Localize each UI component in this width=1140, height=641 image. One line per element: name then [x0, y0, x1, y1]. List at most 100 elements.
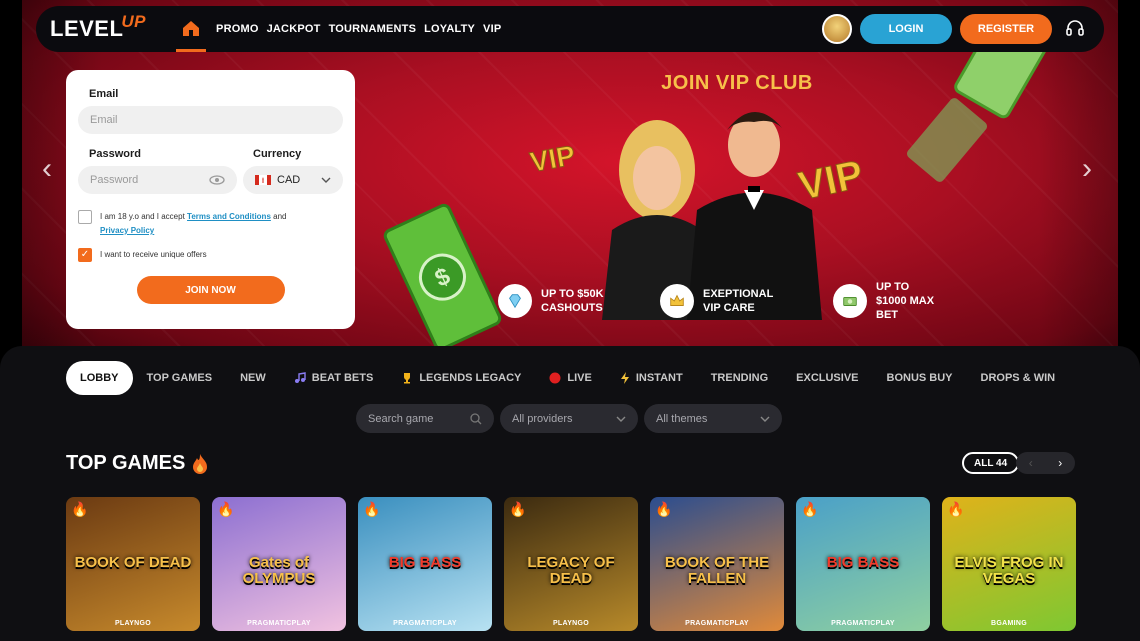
- fire-icon: 🔥: [363, 501, 381, 517]
- tab-legends-legacy[interactable]: LEGENDS LEGACY: [401, 372, 521, 384]
- tab-trending[interactable]: TRENDING: [711, 372, 768, 384]
- themes-select[interactable]: All themes: [644, 404, 782, 433]
- game-title: BIG BASS: [826, 554, 900, 571]
- offers-text: I want to receive unique offers: [100, 250, 207, 259]
- eye-icon[interactable]: [209, 175, 225, 185]
- game-card[interactable]: 🔥 Gates of OLYMPUS PRAGMATICPLAY: [212, 497, 346, 631]
- terms-text: I am 18 y.o and I accept Terms and Condi…: [100, 210, 286, 238]
- section-heading: TOP GAMES: [66, 452, 209, 475]
- game-title: ELVIS FROG IN VEGAS: [954, 554, 1064, 587]
- game-title: LEGACY OF DEAD: [527, 554, 615, 587]
- currency-select[interactable]: CAD: [243, 166, 343, 194]
- nav-jackpot[interactable]: JACKPOT: [267, 23, 321, 35]
- tab-beat-bets[interactable]: BEAT BETS: [294, 372, 373, 384]
- offers-checkbox[interactable]: ✓: [78, 248, 92, 262]
- game-card[interactable]: 🔥 BOOK OF THE FALLEN PRAGMATICPLAY: [650, 497, 784, 631]
- svg-text:VIP: VIP: [528, 140, 578, 178]
- password-group: Password Password: [78, 148, 237, 194]
- game-card[interactable]: 🔥 ELVIS FROG IN VEGAS BGAMING: [942, 497, 1076, 631]
- game-title: BOOK OF THE FALLEN: [664, 554, 770, 587]
- fire-icon: 🔥: [71, 501, 89, 517]
- join-now-button[interactable]: JOIN NOW: [136, 276, 285, 304]
- money-bill-icon: [906, 98, 988, 182]
- tab-drops-win[interactable]: DROPS & WIN: [981, 372, 1056, 384]
- providers-select[interactable]: All providers: [500, 404, 638, 433]
- nav-loyalty[interactable]: LOYALTY: [424, 23, 475, 35]
- tab-label: TRENDING: [710, 372, 769, 384]
- games-row: 🔥 BOOK OF DEAD PLAYNGO 🔥 Gates of OLYMPUS PRA…: [66, 497, 1076, 631]
- password-placeholder: Password: [90, 174, 139, 186]
- terms-link[interactable]: Terms and Conditions: [187, 212, 271, 221]
- tab-label: INSTANT: [635, 372, 683, 384]
- tab-lobby[interactable]: LOBBY: [66, 361, 133, 395]
- themes-value: All themes: [656, 412, 708, 425]
- tab-label: LOBBY: [80, 372, 119, 384]
- nav-promo[interactable]: PROMO: [216, 23, 259, 35]
- next-arrow-icon[interactable]: ›: [1058, 456, 1062, 470]
- prev-arrow-icon[interactable]: ‹: [1029, 456, 1033, 470]
- game-provider: PRAGMATICPLAY: [393, 620, 457, 627]
- logo-accent: UP: [121, 12, 147, 31]
- money-icon: [833, 284, 867, 318]
- search-icon: [470, 412, 482, 424]
- home-button[interactable]: [176, 6, 207, 52]
- avatar[interactable]: [822, 14, 852, 44]
- fire-icon: 🔥: [509, 501, 527, 517]
- view-all-button[interactable]: ALL 44: [962, 452, 1020, 474]
- tab-live[interactable]: LIVE: [549, 372, 592, 384]
- hero-next-arrow[interactable]: ›: [1082, 152, 1092, 186]
- fire-icon: [193, 453, 208, 474]
- lightning-icon: [620, 372, 629, 384]
- canada-flag-icon: [255, 175, 271, 185]
- offers-checkbox-row: ✓ I want to receive unique offers: [78, 248, 343, 262]
- currency-value-wrap: CAD: [255, 174, 300, 186]
- tab-bonus-buy[interactable]: BONUS BUY: [887, 372, 953, 384]
- game-provider: PRAGMATICPLAY: [247, 620, 311, 627]
- game-card[interactable]: 🔥 BOOK OF DEAD PLAYNGO: [66, 497, 200, 631]
- home-icon: [183, 20, 200, 36]
- top-navigation-bar: LEVEL UP PROMO JACKPOT TOURNAMENTS LOYAL…: [36, 6, 1104, 52]
- crown-icon: [660, 284, 694, 318]
- email-label: Email: [89, 88, 119, 100]
- login-button[interactable]: LOGIN: [860, 14, 952, 44]
- game-provider: BGAMING: [991, 620, 1027, 627]
- registration-form: Email Email Password Password Currency C…: [66, 70, 355, 329]
- search-input[interactable]: Search game: [356, 404, 494, 433]
- email-field[interactable]: Email: [78, 106, 343, 134]
- hero-feature-text: UP TO $50K CASHOUTS: [541, 288, 604, 314]
- register-button[interactable]: REGISTER: [960, 14, 1052, 44]
- fire-icon: 🔥: [801, 501, 819, 517]
- providers-value: All providers: [512, 412, 573, 425]
- game-card[interactable]: 🔥 BIG BASS PRAGMATICPLAY: [796, 497, 930, 631]
- password-currency-row: Password Password Currency CAD: [78, 148, 343, 194]
- tab-exclusive[interactable]: EXCLUSIVE: [796, 372, 858, 384]
- nav-tournaments[interactable]: TOURNAMENTS: [329, 23, 417, 35]
- section-title: TOP GAMES: [66, 452, 186, 474]
- tab-label: BONUS BUY: [886, 372, 953, 384]
- chevron-down-icon: [321, 177, 331, 183]
- support-button[interactable]: [1060, 14, 1090, 44]
- hero-feature: UP TO $50K CASHOUTS: [498, 284, 621, 318]
- tab-instant[interactable]: INSTANT: [620, 372, 683, 384]
- money-bill-icon: $: [383, 203, 502, 350]
- hero-feature-text: UP TO $1000 MAX BET: [876, 281, 935, 321]
- hero-prev-arrow[interactable]: ‹: [42, 152, 52, 186]
- game-provider: PRAGMATICPLAY: [831, 620, 895, 627]
- chevron-down-icon: [760, 416, 770, 422]
- tab-top-games[interactable]: TOP GAMES: [147, 372, 213, 384]
- privacy-link[interactable]: Privacy Policy: [100, 226, 154, 235]
- tab-label: LIVE: [567, 372, 592, 384]
- password-field[interactable]: Password: [78, 166, 237, 194]
- game-card[interactable]: 🔥 BIG BASS PRAGMATICPLAY: [358, 497, 492, 631]
- nav-vip[interactable]: VIP: [483, 23, 501, 35]
- game-provider: PRAGMATICPLAY: [685, 620, 749, 627]
- currency-label: Currency: [253, 148, 302, 160]
- currency-group: Currency CAD: [243, 148, 343, 194]
- fire-icon: 🔥: [655, 501, 673, 517]
- site-logo[interactable]: LEVEL UP: [50, 12, 146, 42]
- tab-label: TOP GAMES: [146, 372, 213, 384]
- filters-bar: Search game All providers All themes: [356, 404, 782, 433]
- terms-checkbox[interactable]: [78, 210, 92, 224]
- game-card[interactable]: 🔥 LEGACY OF DEAD PLAYNGO: [504, 497, 638, 631]
- tab-new[interactable]: NEW: [240, 372, 266, 384]
